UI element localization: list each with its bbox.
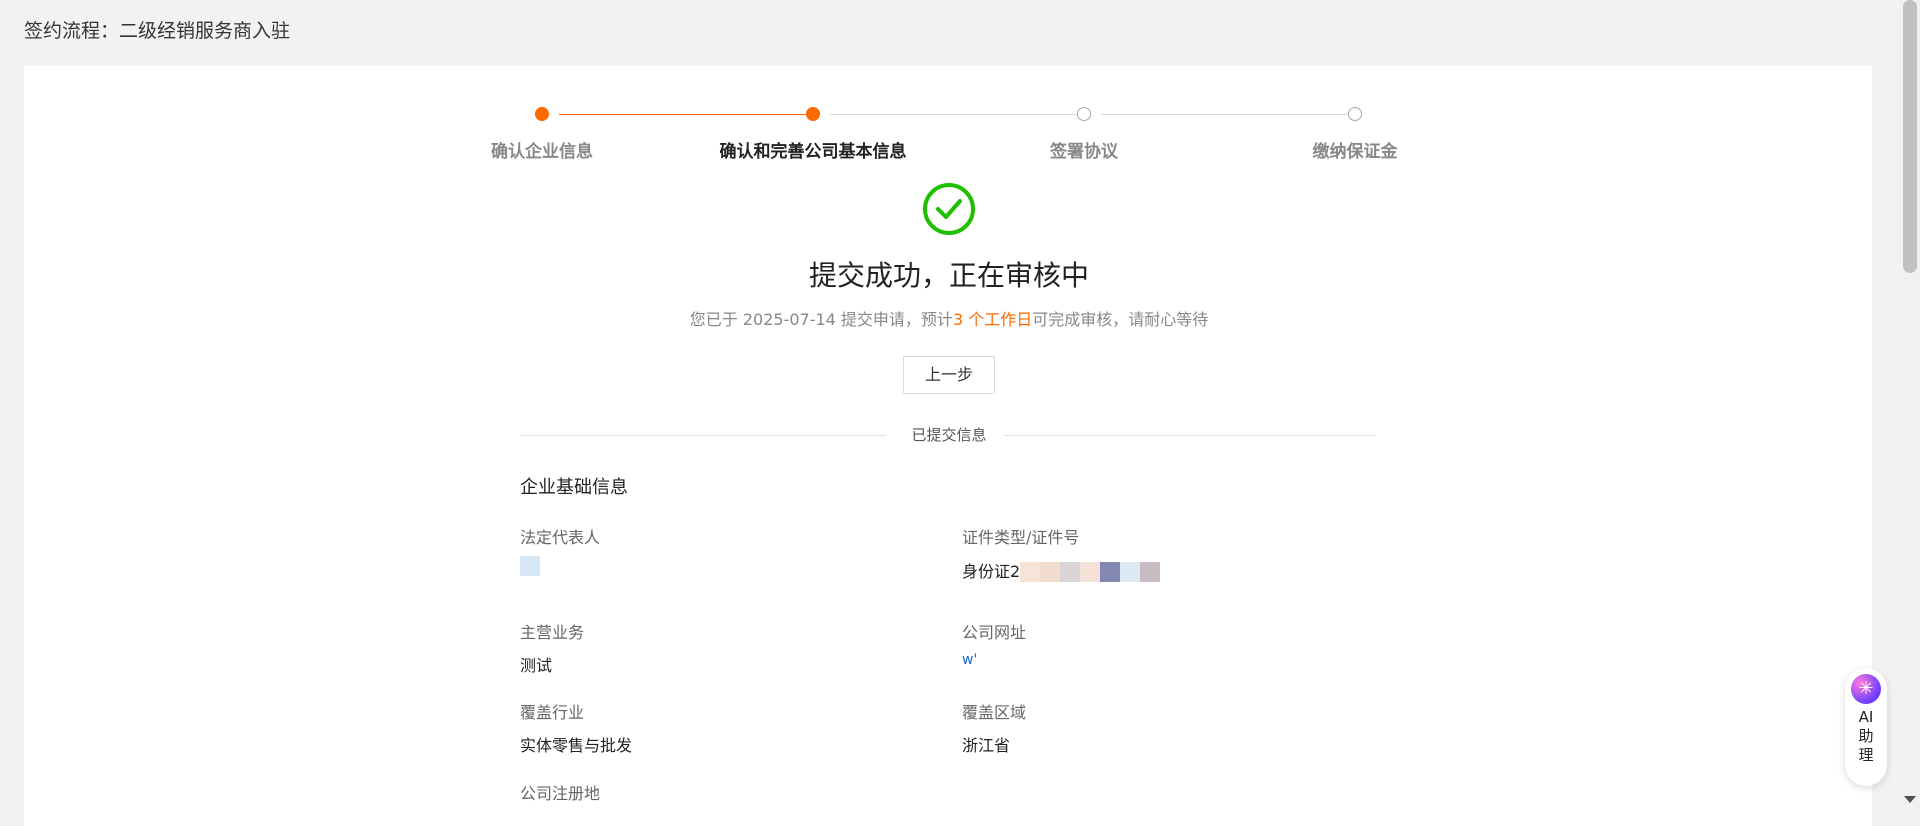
industry-label: 覆盖行业 — [520, 703, 585, 722]
success-check-icon — [923, 183, 975, 235]
previous-step-button[interactable]: 上一步 — [903, 356, 995, 394]
region-label: 覆盖区域 — [962, 703, 1027, 722]
content-card: 确认企业信息 确认和完善公司基本信息 签署协议 缴纳保证金 提交成功，正在审核中… — [24, 66, 1872, 826]
industry-value: 实体零售与批发 — [520, 736, 633, 755]
reg-address-label: 公司注册地 — [520, 784, 601, 803]
step-indicator: 确认企业信息 确认和完善公司基本信息 签署协议 缴纳保证金 — [24, 86, 1872, 162]
main-business-label: 主营业务 — [520, 623, 585, 642]
divider-left — [520, 435, 886, 436]
website-link[interactable]: w' — [962, 652, 977, 668]
legal-rep-value-redacted — [520, 556, 540, 576]
id-type-label: 证件类型/证件号 — [962, 528, 1080, 547]
step-1-dot — [535, 107, 549, 121]
step-connector-2 — [830, 114, 1090, 115]
step-2-dot — [806, 107, 820, 121]
ai-sparkle-icon: ✳ — [1851, 674, 1881, 704]
scrollbar-thumb[interactable] — [1903, 0, 1917, 273]
scroll-down-arrow-icon[interactable] — [1904, 796, 1916, 803]
id-number-redacted — [1020, 562, 1160, 582]
result-sub-prefix: 您已于 2025-07-14 提交申请，预计 — [689, 310, 953, 329]
divider-right — [1004, 435, 1376, 436]
step-3-dot — [1077, 107, 1091, 121]
legal-rep-label: 法定代表人 — [520, 528, 601, 547]
step-3-label: 签署协议 — [1050, 142, 1118, 162]
page-title: 签约流程：二级经销服务商入驻 — [24, 20, 291, 42]
ai-assistant-label: AI 助 理 — [1858, 708, 1874, 764]
step-4-dot — [1348, 107, 1362, 121]
id-type-value: 身份证2 — [962, 562, 1021, 581]
submitted-info-divider: 已提交信息 — [911, 426, 987, 444]
step-1-label: 确认企业信息 — [491, 142, 593, 162]
ai-assistant-button[interactable]: ✳ AI 助 理 — [1845, 668, 1887, 786]
result-title: 提交成功，正在审核中 — [808, 259, 1089, 292]
region-value: 浙江省 — [962, 736, 1011, 755]
main-business-value: 测试 — [520, 656, 553, 675]
result-subtitle: 您已于 2025-07-14 提交申请，预计3 个工作日可完成审核，请耐心等待 — [24, 306, 1874, 330]
result-sub-suffix: 可完成审核，请耐心等待 — [1032, 310, 1209, 329]
step-connector-3 — [1101, 114, 1361, 115]
website-label: 公司网址 — [962, 623, 1027, 642]
section-title: 企业基础信息 — [520, 477, 628, 498]
step-4-label: 缴纳保证金 — [1312, 142, 1398, 162]
step-connector-1 — [559, 114, 819, 115]
result-sub-highlight: 3 个工作日 — [952, 310, 1033, 329]
step-2-label: 确认和完善公司基本信息 — [719, 142, 907, 162]
